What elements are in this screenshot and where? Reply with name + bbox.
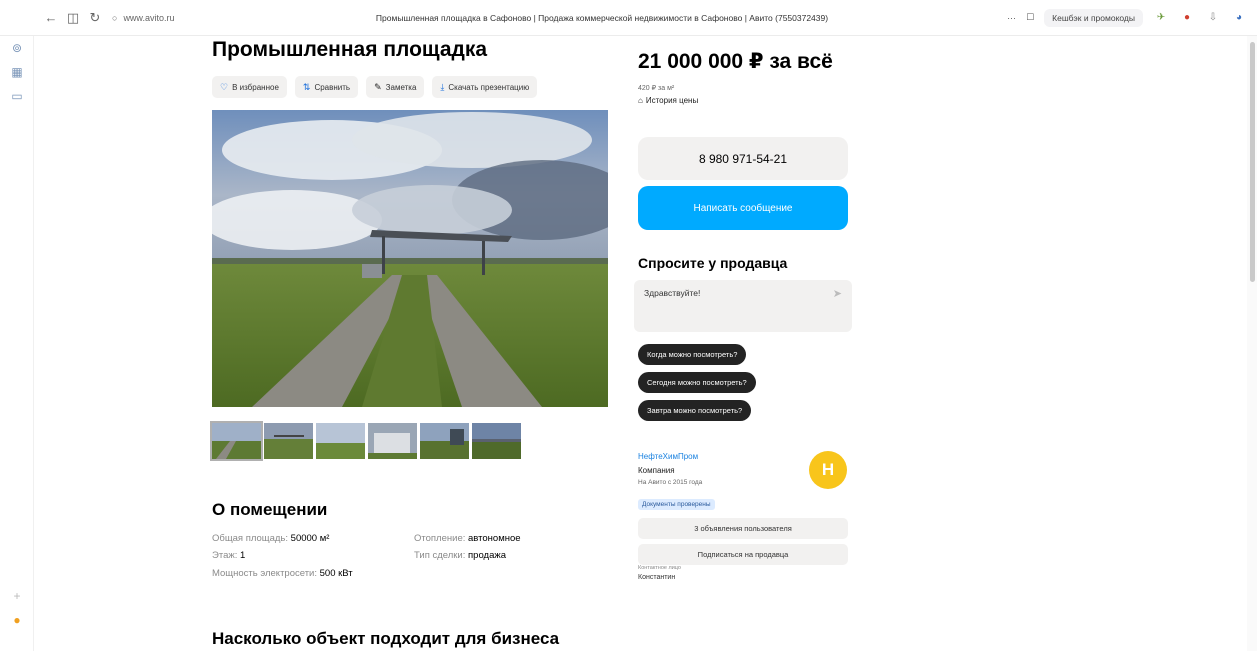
write-message-button[interactable]: Написать сообщение — [638, 186, 848, 230]
seller-ads-button[interactable]: 3 объявления пользователя — [638, 518, 848, 539]
compare-button[interactable]: ⇅ Сравнить — [294, 76, 359, 98]
cashback-button[interactable]: Кешбэк и промокоды — [1044, 8, 1143, 27]
param-label: Тип сделки: — [414, 550, 469, 561]
page-title: Промышленная площадка — [212, 38, 488, 61]
play-icon[interactable]: ⊚ — [9, 40, 25, 56]
favorite-button[interactable]: ♡ В избранное — [212, 76, 287, 98]
price-history-label: История цены — [645, 96, 699, 105]
reload-icon[interactable]: ↻ — [84, 7, 106, 29]
url-text: www.avito.ru — [123, 12, 175, 23]
compare-label: Сравнить — [314, 82, 351, 92]
address-bar[interactable]: ○ www.avito.ru — [112, 13, 322, 23]
photo-thumbnails — [210, 421, 521, 461]
thumbnail[interactable] — [210, 421, 263, 461]
phone-button[interactable]: 8 980 971-54-21 — [638, 137, 848, 180]
thumbnail[interactable] — [472, 423, 521, 459]
quick-question-chip[interactable]: Сегодня можно посмотреть? — [638, 372, 756, 393]
seller-since: На Авито с 2015 года — [638, 479, 703, 486]
heart-icon: ♡ — [220, 81, 229, 92]
param-label: Отопление: — [414, 533, 469, 544]
profile-icon[interactable]: ◕ — [1231, 10, 1247, 26]
ask-message-input[interactable]: Здравствуйте! ➤ — [634, 280, 852, 332]
param-value: 1 — [240, 550, 246, 561]
verified-badge: Документы проверены — [638, 499, 715, 510]
about-section-title: О помещении — [212, 500, 328, 519]
param-value: автономное — [468, 533, 521, 544]
param-value: 500 кВт — [319, 568, 353, 579]
extensions-icon[interactable]: ◫ — [62, 7, 84, 29]
main-photo[interactable] — [212, 110, 608, 407]
param-deal-type: Тип сделки: продажа — [414, 550, 506, 561]
seller-type: Компания — [638, 466, 675, 475]
ask-message-text: Здравствуйте! — [644, 288, 701, 298]
price-per-m2: 420 ₽ за м² — [638, 85, 675, 92]
download-presentation-button[interactable]: ⤓ Скачать презентацию — [432, 76, 538, 98]
contact-person-label: Контактное лицо — [638, 565, 681, 571]
param-heating: Отопление: автономное — [414, 533, 521, 544]
note-label: Заметка — [385, 82, 417, 92]
param-value: продажа — [468, 550, 506, 561]
download-icon: ⤓ — [440, 81, 445, 92]
page-tab-title: Промышленная площадка в Сафоново | Прода… — [375, 12, 829, 23]
calendar-icon[interactable]: ▦ — [9, 64, 25, 80]
back-icon[interactable]: ← — [40, 7, 62, 29]
menu-dots-icon[interactable]: ··· — [1007, 13, 1016, 23]
thumbnail[interactable] — [264, 423, 313, 459]
listing-actions: ♡ В избранное ⇅ Сравнить ✎ Заметка ⤓ Ска… — [212, 76, 538, 98]
compare-icon: ⇅ — [302, 81, 311, 92]
download-label: Скачать презентацию — [448, 82, 530, 92]
quick-question-chip[interactable]: Завтра можно посмотреть? — [638, 400, 752, 421]
quick-question-chip[interactable]: Когда можно посмотреть? — [638, 344, 747, 365]
send-icon[interactable]: ➤ — [833, 287, 842, 300]
favorite-label: В избранное — [232, 82, 279, 92]
extension-avatar-icon[interactable]: ● — [1179, 10, 1195, 26]
ask-seller-title: Спросите у продавца — [638, 255, 788, 271]
param-label: Общая площадь: — [212, 533, 291, 544]
param-label: Этаж: — [212, 550, 240, 561]
scrollbar-thumb[interactable] — [1250, 42, 1255, 282]
avatar[interactable]: Н — [809, 451, 847, 489]
lock-icon: ○ — [112, 12, 118, 23]
param-label: Мощность электросети: — [212, 568, 320, 579]
thumbnail[interactable] — [420, 423, 469, 459]
thumbnail[interactable] — [316, 423, 365, 459]
extension-bird-icon[interactable]: ✈ — [1153, 10, 1169, 26]
param-area: Общая площадь: 50000 м² — [212, 533, 329, 544]
house-icon: ⌂ — [638, 96, 643, 105]
browser-sidebar: ◷ ⊚ ▦ ▭ + ● — [0, 0, 34, 651]
note-icon: ✎ — [374, 81, 382, 92]
bookmark-icon[interactable]: ☐ — [1026, 12, 1034, 23]
download-icon[interactable]: ⇩ — [1205, 10, 1221, 26]
add-icon[interactable]: + — [9, 588, 25, 604]
contact-person-name: Константин — [638, 574, 676, 581]
price-history-link[interactable]: ⌂ История цены — [638, 96, 698, 105]
price: 21 000 000 ₽ за всё — [638, 50, 833, 73]
subscribe-seller-button[interactable]: Подписаться на продавца — [638, 544, 848, 565]
note-button[interactable]: ✎ Заметка — [366, 76, 425, 98]
monitor-icon[interactable]: ▭ — [9, 88, 25, 104]
seller-name-link[interactable]: НефтеХимПром — [638, 452, 698, 461]
browser-toolbar: ← ◫ ↻ ○ www.avito.ru Промышленная площад… — [0, 0, 1257, 36]
thumbnail[interactable] — [368, 423, 417, 459]
param-power: Мощность электросети: 500 кВт — [212, 568, 353, 579]
alice-icon[interactable]: ● — [9, 612, 25, 628]
param-floor: Этаж: 1 — [212, 550, 245, 561]
business-section-title: Насколько объект подходит для бизнеса — [212, 629, 560, 648]
param-value: 50000 м² — [290, 533, 330, 544]
